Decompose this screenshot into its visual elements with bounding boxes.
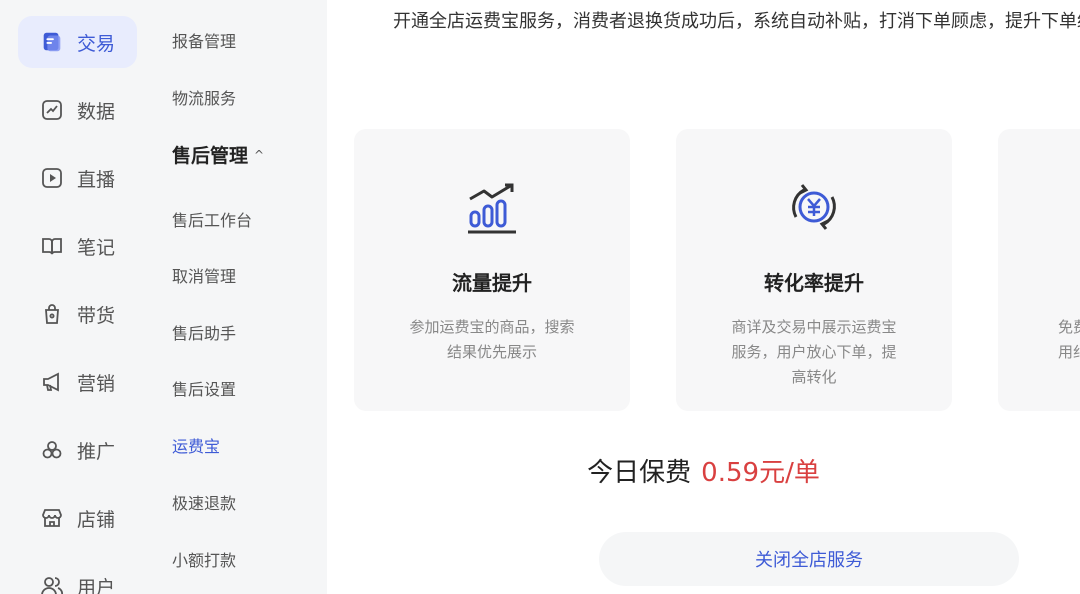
today-fee: 今日保费 0.59元/单	[327, 452, 1080, 489]
trade-doc-icon	[40, 30, 64, 54]
card-title: 流量提升	[452, 271, 532, 295]
users-icon	[40, 574, 64, 594]
submenu-item-after-sales-settings[interactable]: 售后设置	[172, 376, 236, 400]
nav-item-promotion[interactable]: 推广	[18, 424, 137, 476]
nav-item-store[interactable]: 店铺	[18, 492, 137, 544]
store-icon	[40, 506, 64, 530]
benefit-card-partial: 免费用纠	[998, 129, 1080, 411]
submenu-item-fast-refund[interactable]: 极速退款	[172, 490, 236, 514]
nav-item-label: 营销	[77, 372, 116, 395]
nav-item-label: 数据	[77, 100, 116, 123]
nav-item-marketing[interactable]: 营销	[18, 356, 137, 408]
nav-item-users[interactable]: 用户	[18, 560, 137, 594]
nav-item-data[interactable]: 数据	[18, 84, 137, 136]
nav-item-trade[interactable]: 交易	[18, 16, 137, 68]
card-description: 参加运费宝的商品，搜索结果优先展示	[409, 318, 575, 361]
fee-label: 今日保费	[587, 458, 692, 488]
card-description: 免费用纠	[1058, 318, 1080, 361]
card-title: 转化率提升	[764, 271, 864, 295]
benefit-card-conversion: 转化率提升 商详及交易中展示运费宝服务，用户放心下单，提高转化	[676, 129, 952, 411]
submenu-group-after-sales[interactable]: 售后管理 ^	[172, 141, 264, 168]
megaphone-icon	[40, 370, 64, 394]
card-description: 商详及交易中展示运费宝服务，用户放心下单，提高转化	[731, 318, 897, 386]
nav-item-label: 直播	[77, 168, 116, 191]
primary-nav: 交易 数据 直播 笔记 带货 营销 推广 店铺 用户	[0, 0, 155, 594]
book-icon	[40, 234, 64, 258]
secondary-menu: 报备管理 物流服务 售后管理 ^ 售后工作台 取消管理 售后助手 售后设置 运费宝…	[155, 0, 327, 594]
nav-item-goods[interactable]: 带货	[18, 288, 137, 340]
circles-icon	[40, 438, 64, 462]
bar-trend-icon	[462, 177, 522, 237]
submenu-item-shipping-insurance[interactable]: 运费宝	[172, 433, 220, 457]
trend-chart-icon	[40, 98, 64, 122]
nav-item-label: 笔记	[77, 236, 116, 259]
nav-item-label: 交易	[77, 32, 116, 55]
submenu-item-cancel-management[interactable]: 取消管理	[172, 263, 236, 287]
bag-icon	[40, 302, 64, 326]
fee-amount: 0.59元/单	[701, 458, 820, 488]
main-content: 开通全店运费宝服务，消费者退换货成功后，系统自动补贴，打消下单顾虑，提升下单纷。…	[327, 0, 1080, 594]
submenu-group-label: 售后管理	[172, 145, 249, 167]
nav-item-label: 带货	[77, 304, 116, 327]
chevron-up-icon: ^	[254, 148, 265, 162]
service-intro: 开通全店运费宝服务，消费者退换货成功后，系统自动补贴，打消下单顾虑，提升下单纷。	[393, 11, 1080, 32]
yuan-refresh-icon	[784, 177, 844, 237]
close-store-service-button[interactable]: 关闭全店服务	[599, 532, 1019, 586]
nav-item-label: 店铺	[77, 508, 116, 531]
submenu-item-after-sales-workbench[interactable]: 售后工作台	[172, 207, 252, 231]
play-icon	[40, 166, 64, 190]
submenu-item-logistics[interactable]: 物流服务	[172, 85, 236, 109]
nav-item-live[interactable]: 直播	[18, 152, 137, 204]
nav-item-label: 用户	[77, 576, 116, 594]
benefit-card-traffic: 流量提升 参加运费宝的商品，搜索结果优先展示	[354, 129, 630, 411]
submenu-item-small-payment[interactable]: 小额打款	[172, 547, 236, 571]
nav-item-notes[interactable]: 笔记	[18, 220, 137, 272]
nav-item-label: 推广	[77, 440, 116, 463]
submenu-item-after-sales-assistant[interactable]: 售后助手	[172, 320, 236, 344]
submenu-item-filing[interactable]: 报备管理	[172, 28, 236, 52]
